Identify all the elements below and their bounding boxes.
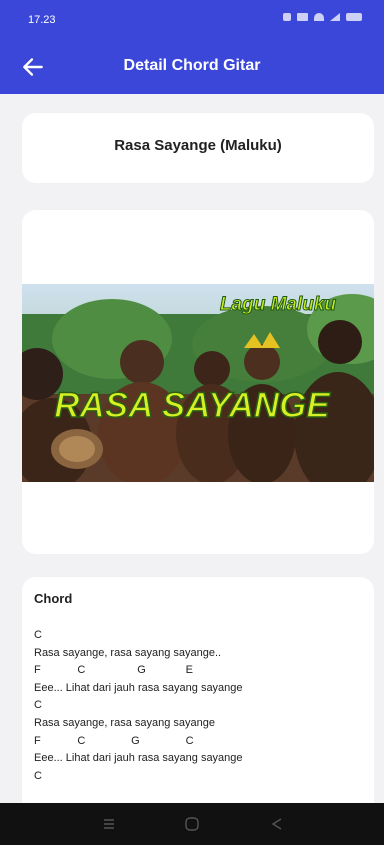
home-icon[interactable]	[183, 815, 201, 833]
song-image-card: Lagu Maluku RASA SAYANGE	[22, 210, 374, 554]
page-title: Detail Chord Gitar	[123, 57, 261, 74]
chord-line: C	[34, 699, 42, 712]
app-bar: Detail Chord Gitar	[0, 40, 384, 94]
notification-icon	[283, 13, 291, 21]
chord-lyrics: C Rasa sayange, rasa sayang sayange.. F …	[34, 627, 243, 785]
chord-line: C	[34, 769, 42, 782]
status-icons	[283, 13, 362, 21]
thumbnail-title-text: RASA SAYANGE	[54, 386, 331, 425]
signal-icon	[330, 13, 340, 21]
chord-line: F C G C	[34, 734, 194, 747]
back-icon[interactable]	[268, 815, 286, 833]
battery-icon	[346, 13, 362, 21]
volte-icon	[297, 13, 308, 21]
chord-card: Chord C Rasa sayange, rasa sayang sayang…	[22, 577, 374, 817]
lyric-line: Eee... Lihat dari jauh rasa sayang sayan…	[34, 681, 243, 694]
song-title: Rasa Sayange (Maluku)	[114, 137, 282, 154]
chord-heading: Chord	[34, 591, 73, 606]
system-nav-bar	[0, 803, 384, 845]
wifi-icon	[314, 13, 324, 21]
recent-apps-icon[interactable]	[100, 815, 118, 833]
lyric-line: Eee... Lihat dari jauh rasa sayang sayan…	[34, 752, 243, 765]
song-thumbnail: Lagu Maluku RASA SAYANGE	[22, 284, 374, 482]
song-title-card: Rasa Sayange (Maluku)	[22, 113, 374, 183]
status-time: 17.23	[28, 14, 56, 26]
lyric-line: Rasa sayange, rasa sayang sayange..	[34, 646, 222, 659]
status-bar: 17.23	[0, 0, 384, 40]
chord-line: F C G E	[34, 664, 193, 677]
lyric-line: Rasa sayange, rasa sayang sayange	[34, 716, 216, 729]
chord-line: C	[34, 629, 42, 641]
thumbnail-tag-text: Lagu Maluku	[220, 294, 337, 315]
